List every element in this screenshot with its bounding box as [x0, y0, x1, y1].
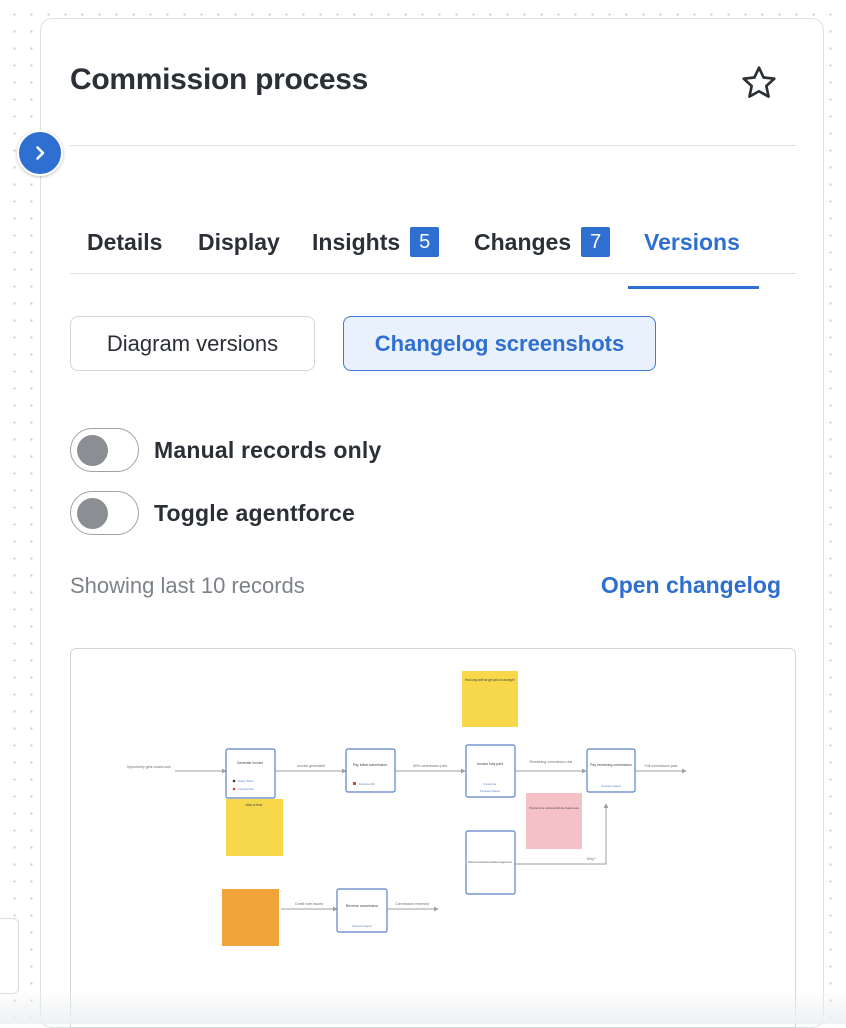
changelog-screenshots-button[interactable]: Changelog screenshots: [343, 316, 656, 371]
edge-label: 50% commission paid: [413, 764, 447, 768]
manual-records-label: Manual records only: [154, 436, 382, 463]
tab-details[interactable]: Details: [87, 224, 162, 260]
process-box: Generate invoice Sales Team Finance Ra: [225, 748, 276, 799]
edge-label: Commission reversed: [395, 902, 429, 906]
note-text: Also a true: [246, 803, 263, 807]
sticky-note-pink: This has to be confirmed with the financ…: [526, 793, 582, 849]
tab-display[interactable]: Display: [198, 224, 280, 260]
tab-label: Changes: [474, 228, 572, 255]
tab-label: Details: [87, 228, 163, 255]
header-divider: [70, 145, 796, 146]
sticky-note-orange: [222, 889, 279, 946]
box-tag: Finance Ra: [238, 787, 254, 791]
edge-label: Credit note issued: [295, 902, 323, 906]
left-edge-tab[interactable]: [0, 918, 19, 994]
box-tag: Finance RA: [359, 782, 375, 786]
agentforce-toggle[interactable]: [70, 491, 139, 535]
note-text: How long until we get paid on average?: [465, 678, 515, 682]
box-tag: Sales Team: [238, 779, 254, 783]
edge-label: Invoice generated: [297, 764, 325, 768]
chevron-right-icon: [36, 146, 45, 160]
box-title: Pay initial commission: [353, 763, 387, 767]
tabs-divider: [70, 273, 796, 274]
process-box: Estimate the commission based on past ac…: [465, 830, 516, 895]
box-tag: Finance Depar: [601, 784, 621, 788]
box-title: Pay remaining commission: [590, 763, 632, 767]
diagram-thumbnail: Opportunity gets closed-won Invoice gene…: [127, 671, 687, 946]
process-box: Reverse commission Finance Depar: [336, 888, 388, 933]
open-changelog-link[interactable]: Open changelog: [601, 572, 781, 599]
box-title: Invoice fully paid: [477, 762, 503, 766]
process-box: Pay remaining commission Finance Depar: [586, 748, 636, 793]
manual-records-toggle-row: Manual records only: [70, 427, 381, 473]
edge-label: Why?: [587, 857, 596, 861]
page-title: Commission process: [70, 63, 369, 96]
sticky-note-yellow-top: How long until we get paid on average?: [462, 671, 518, 727]
tab-insights[interactable]: Insights 5: [312, 224, 440, 260]
box-tag: Finance Depar: [352, 924, 372, 928]
records-count-text: Showing last 10 records: [70, 573, 305, 598]
box-title: Reverse commission: [346, 904, 379, 908]
toggle-knob: [77, 498, 108, 529]
diagram-versions-button[interactable]: Diagram versions: [70, 316, 315, 371]
changes-count-badge: 7: [581, 227, 611, 257]
agentforce-toggle-row: Toggle agentforce: [70, 490, 355, 536]
box-tag: Finance Depar: [480, 789, 500, 793]
note-text: This has to be confirmed with the financ…: [529, 806, 579, 810]
favorite-button[interactable]: [738, 62, 780, 104]
sticky-note-yellow-left: Also a true: [226, 799, 283, 856]
process-box: Pay initial commission Finance RA: [345, 748, 396, 793]
collapse-panel-button[interactable]: [17, 130, 63, 176]
tab-label: Versions: [644, 228, 740, 255]
agentforce-label: Toggle agentforce: [154, 499, 356, 526]
box-title: Generate invoice: [237, 761, 264, 765]
insights-count-badge: 5: [410, 227, 440, 257]
box-title: Estimate the commission based on past ac…: [468, 860, 512, 864]
toggle-knob: [77, 435, 108, 466]
tab-versions[interactable]: Versions: [644, 224, 740, 260]
edge-label-start: Opportunity gets closed-won: [127, 765, 171, 769]
changelog-screenshot-card[interactable]: Opportunity gets closed-won Invoice gene…: [70, 648, 796, 1028]
star-outline-icon: [742, 66, 776, 98]
active-tab-indicator: [628, 286, 759, 289]
manual-records-toggle[interactable]: [70, 428, 139, 472]
tab-changes[interactable]: Changes 7: [474, 224, 611, 260]
tab-label: Display: [198, 228, 280, 255]
tab-label: Insights: [312, 228, 401, 255]
box-tag: Customer: [483, 782, 496, 786]
process-box: Invoice fully paid Customer Finance Depa…: [465, 744, 516, 798]
edge-label: Full commission paid: [645, 764, 678, 768]
edge-label: Remaining commission due: [530, 760, 573, 764]
